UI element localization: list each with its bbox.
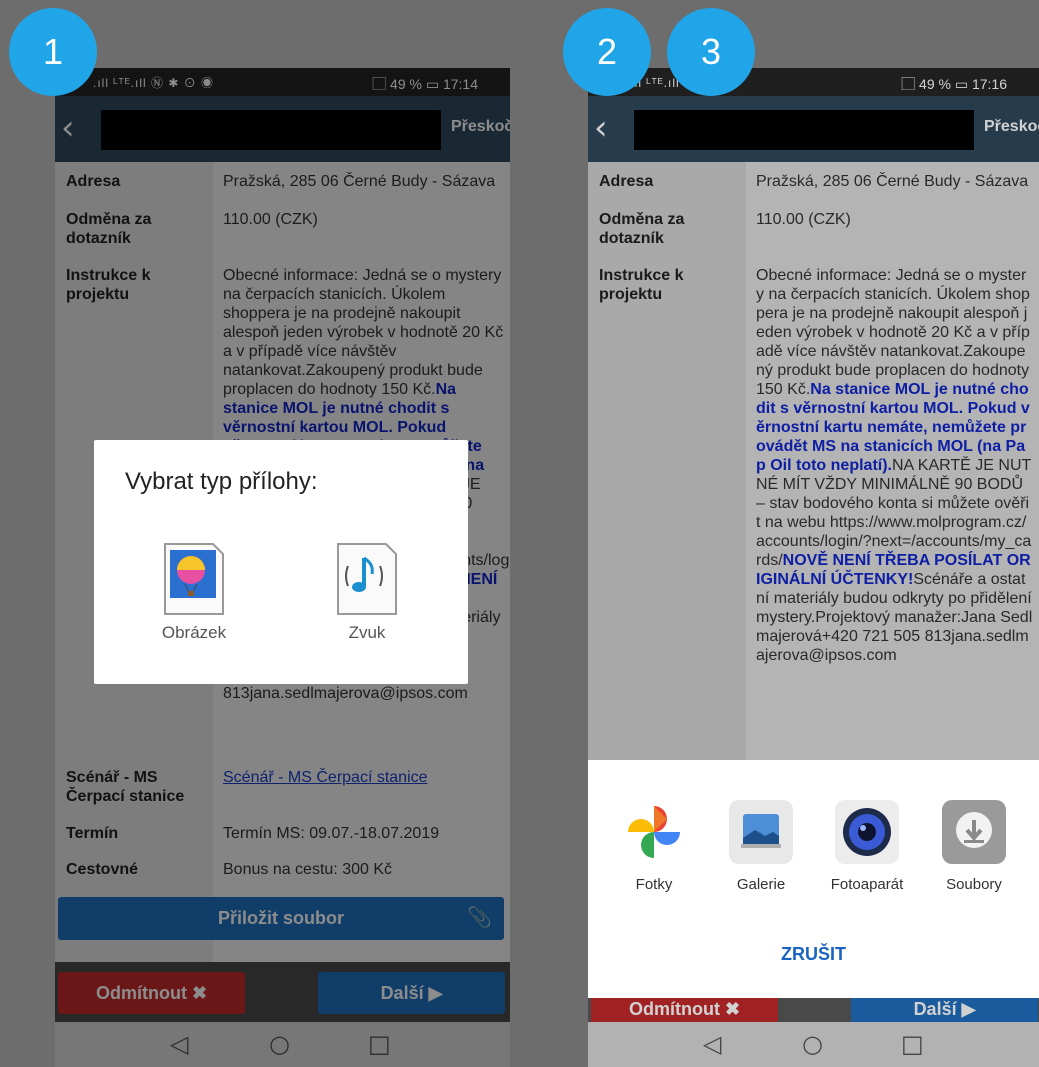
app-label-photos: Fotky bbox=[635, 876, 673, 893]
file-chooser-sheet: Fotky Galerie Fotoaparát Soubory ZRUŠIT bbox=[588, 760, 1039, 998]
step-badge-3: 3 bbox=[667, 8, 755, 96]
image-icon bbox=[164, 543, 224, 615]
app-option-camera[interactable]: Fotoaparát bbox=[822, 800, 912, 893]
app-label-files: Soubory bbox=[946, 876, 1002, 893]
option-sound[interactable]: Zvuk bbox=[317, 540, 417, 643]
gallery-icon bbox=[729, 800, 793, 864]
attachment-type-dialog: Vybrat typ přílohy: Obrázek Zvuk bbox=[94, 440, 468, 684]
app-label-camera: Fotoaparát bbox=[830, 876, 904, 893]
phone-screen-2: .ıll ᴸᵀᴱ.ıll Ⓝ ⃞ 49 % ▭ 17:16 ‹ Přeskoč … bbox=[588, 68, 1039, 1067]
option-image-label: Obrázek bbox=[161, 623, 227, 642]
option-sound-label: Zvuk bbox=[348, 623, 386, 642]
music-note-icon bbox=[337, 543, 397, 615]
app-label-gallery: Galerie bbox=[736, 876, 786, 893]
dialog-title: Vybrat typ přílohy: bbox=[125, 468, 318, 495]
camera-icon bbox=[835, 800, 899, 864]
step-badge-1: 1 bbox=[9, 8, 97, 96]
app-option-photos[interactable]: Fotky bbox=[609, 800, 699, 893]
app-option-files[interactable]: Soubory bbox=[929, 800, 1019, 893]
cancel-button[interactable]: ZRUŠIT bbox=[588, 944, 1039, 965]
phone-screen-1: .ıll ᴸᵀᴱ.ıll Ⓝ ✱ ⊙ ◉ ⃞ 49 % ▭ 17:14 ‹ Př… bbox=[55, 68, 510, 1067]
app-option-gallery[interactable]: Galerie bbox=[716, 800, 806, 893]
download-icon bbox=[942, 800, 1006, 864]
step-badge-2: 2 bbox=[563, 8, 651, 96]
google-photos-icon bbox=[622, 800, 686, 864]
option-image[interactable]: Obrázek bbox=[144, 540, 244, 643]
